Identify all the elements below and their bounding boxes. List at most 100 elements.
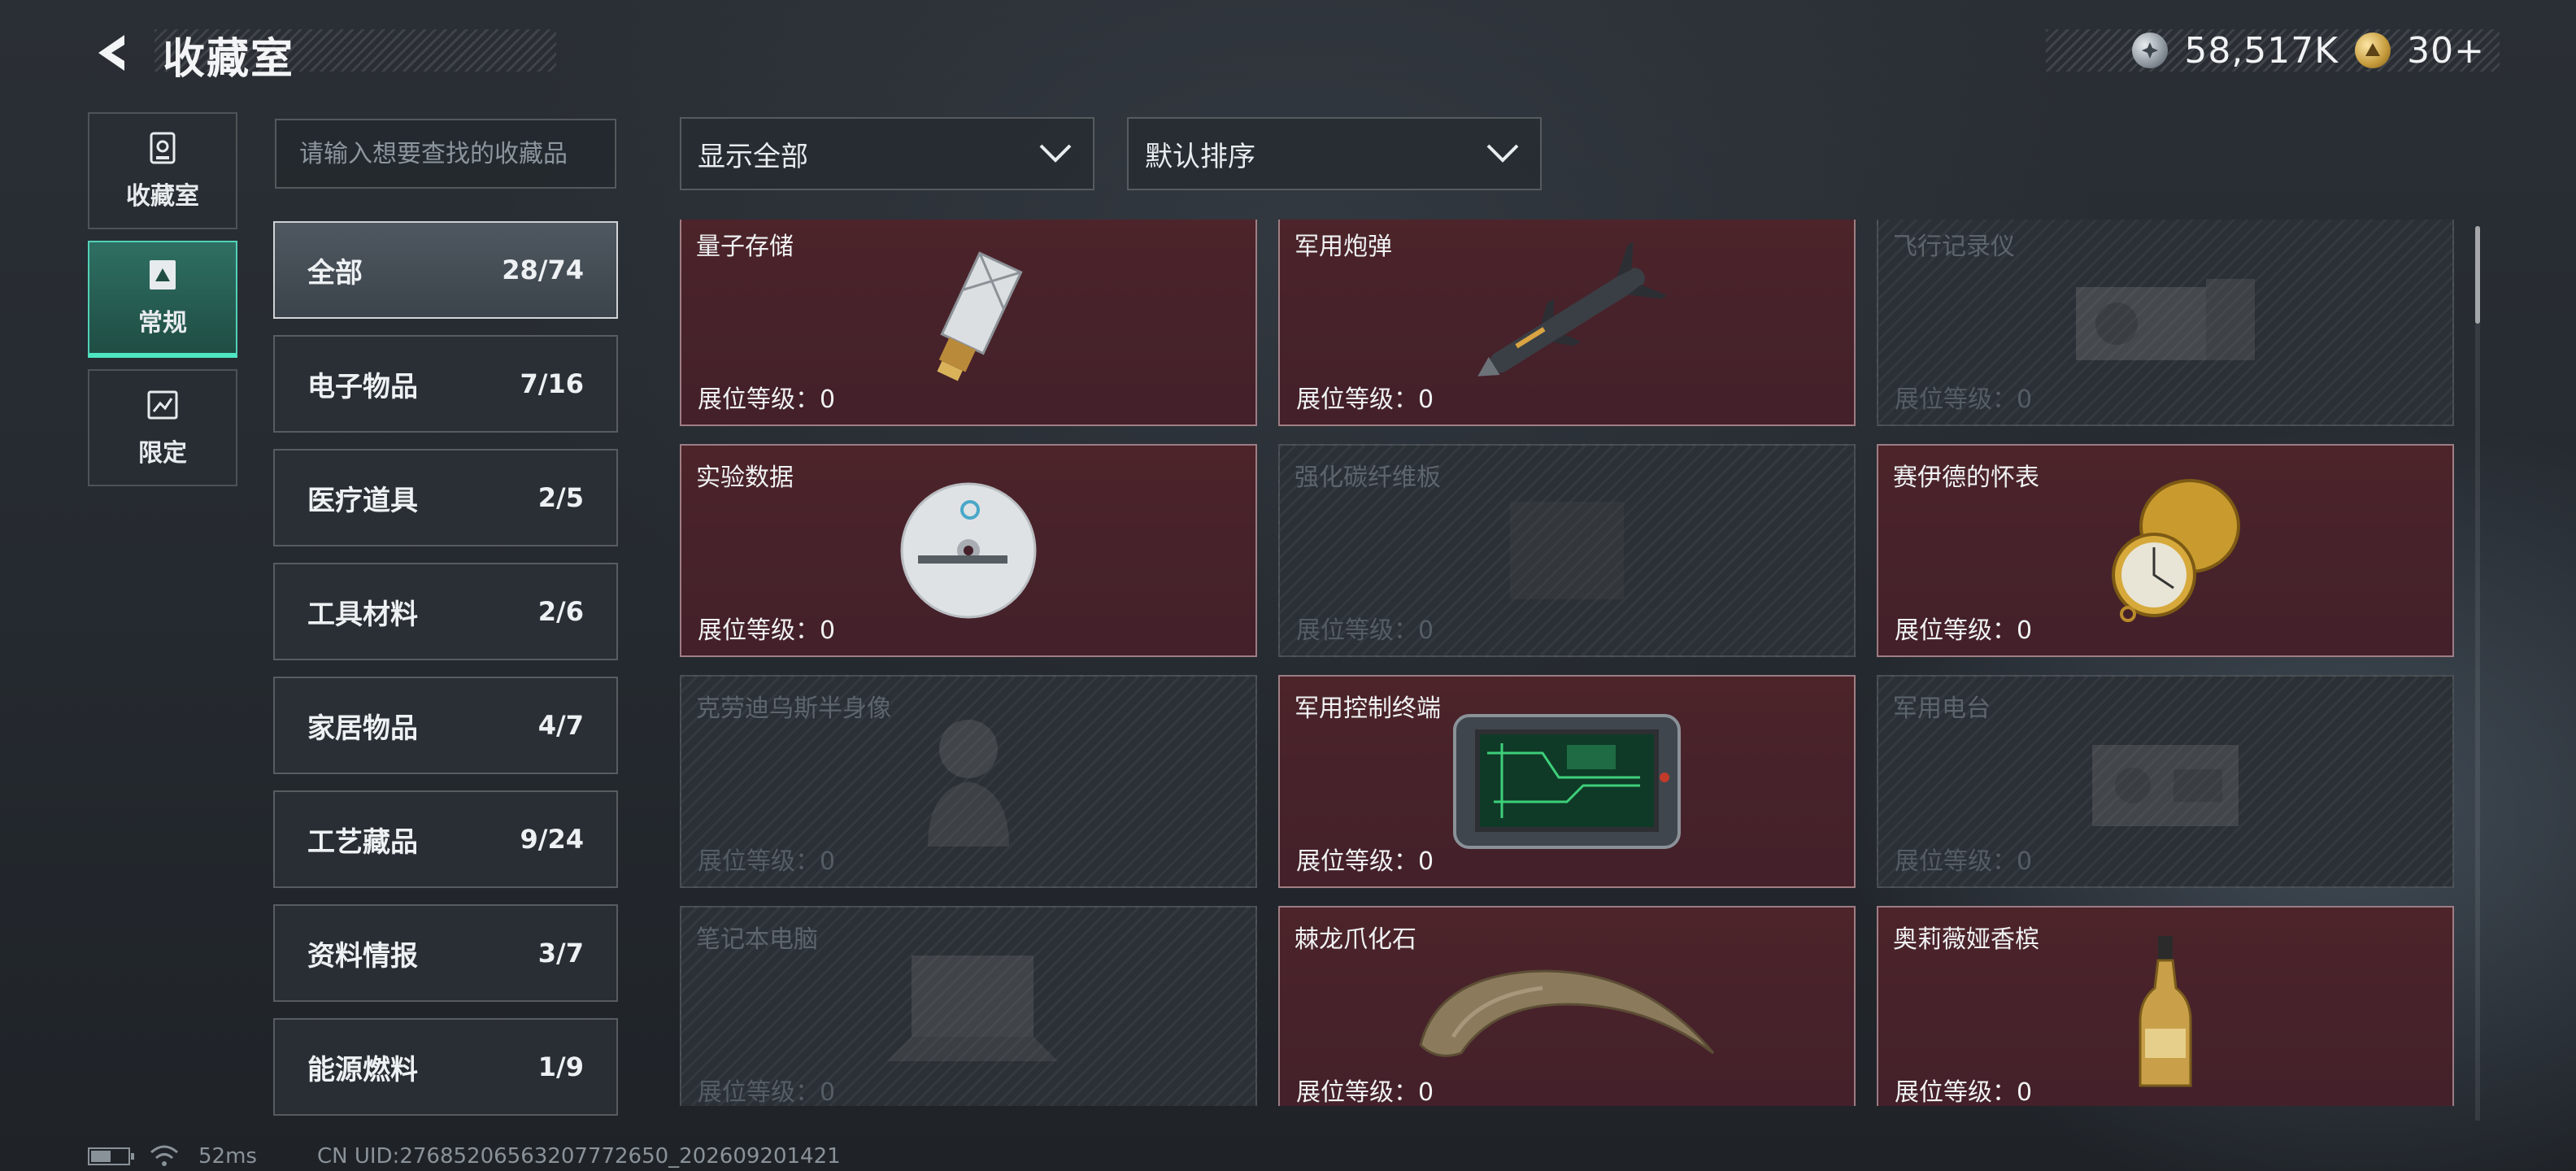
gold-coin-icon xyxy=(2355,33,2391,68)
item-name: 军用电台 xyxy=(1893,694,1991,723)
category-household[interactable]: 家居物品 4/7 xyxy=(273,677,618,774)
laptop-icon xyxy=(887,956,1058,1061)
item-level: 展位等级：0 xyxy=(698,847,836,876)
category-all[interactable]: 全部 28/74 xyxy=(273,221,618,319)
item-name: 军用控制终端 xyxy=(1295,694,1441,723)
item-grid-viewport: 量子存储 展位等级：0 军用炮弹 展位等级：0 飞行记录仪 展位等级：0 实验数… xyxy=(680,220,2461,1106)
filter-dropdown[interactable]: 显示全部 xyxy=(680,117,1094,190)
sort-dropdown-label: 默认排序 xyxy=(1145,140,1255,173)
item-level: 展位等级：0 xyxy=(1895,616,2033,645)
page-title: 收藏室 xyxy=(163,35,295,84)
category-count: 2/5 xyxy=(537,482,584,513)
category-name: 医疗道具 xyxy=(307,484,418,517)
nav-regular[interactable]: 常规 xyxy=(88,241,237,358)
item-card-carbon-fiber-plate[interactable]: 强化碳纤维板 展位等级：0 xyxy=(1278,444,1856,657)
champagne-icon xyxy=(2139,936,2192,1087)
item-name: 量子存储 xyxy=(696,233,794,261)
item-level: 展位等级：0 xyxy=(698,616,836,645)
regular-icon xyxy=(145,257,181,293)
gold-currency-value[interactable]: 30+ xyxy=(2407,30,2485,72)
category-count: 1/9 xyxy=(537,1051,584,1082)
category-name: 工具材料 xyxy=(307,598,418,631)
category-name: 电子物品 xyxy=(307,370,418,403)
nav-collection-room[interactable]: 收藏室 xyxy=(88,112,237,229)
item-grid: 量子存储 展位等级：0 军用炮弹 展位等级：0 飞行记录仪 展位等级：0 实验数… xyxy=(680,220,2454,1106)
item-level: 展位等级：0 xyxy=(1296,1078,1434,1106)
item-card-quantum-storage[interactable]: 量子存储 展位等级：0 xyxy=(680,220,1257,426)
nav-label-collection-room: 收藏室 xyxy=(126,182,199,211)
radio-icon xyxy=(2092,745,2239,826)
category-name: 能源燃料 xyxy=(307,1053,418,1086)
nav-label-regular: 常规 xyxy=(138,309,187,337)
category-name: 家居物品 xyxy=(307,712,418,745)
carbon-plate-icon xyxy=(1510,502,1624,599)
item-card-laptop[interactable]: 笔记本电脑 展位等级：0 xyxy=(680,906,1257,1106)
category-name: 工艺藏品 xyxy=(307,825,418,859)
item-card-military-radio[interactable]: 军用电台 展位等级：0 xyxy=(1877,675,2454,888)
chevron-down-icon xyxy=(1039,144,1072,163)
category-count: 7/16 xyxy=(520,368,584,399)
bust-icon xyxy=(928,720,1009,847)
currency-bar: 58,517K 30+ xyxy=(2046,29,2500,72)
item-card-claudius-bust[interactable]: 克劳迪乌斯半身像 展位等级：0 xyxy=(680,675,1257,888)
item-name: 赛伊德的怀表 xyxy=(1893,464,2039,492)
limited-icon xyxy=(145,387,181,423)
item-level: 展位等级：0 xyxy=(1296,616,1434,645)
item-card-military-terminal[interactable]: 军用控制终端 展位等级：0 xyxy=(1278,675,1856,888)
category-crafts[interactable]: 工艺藏品 9/24 xyxy=(273,790,618,888)
category-count: 4/7 xyxy=(537,710,584,741)
category-tools[interactable]: 工具材料 2/6 xyxy=(273,563,618,660)
category-count: 28/74 xyxy=(502,255,584,285)
item-level: 展位等级：0 xyxy=(1895,847,2033,876)
silver-currency-value: 58,517K xyxy=(2184,29,2339,72)
sort-dropdown[interactable]: 默认排序 xyxy=(1127,117,1542,190)
left-nav: 收藏室 常规 限定 xyxy=(88,112,237,498)
top-bar: 收藏室 58,517K 30+ xyxy=(0,0,2576,106)
filter-dropdown-label: 显示全部 xyxy=(698,140,808,173)
flight-recorder-icon xyxy=(2076,279,2255,360)
back-button[interactable] xyxy=(85,24,141,81)
uid-text: CN UID:27685206563207772650_202609201421 xyxy=(316,1144,841,1169)
silver-coin-icon xyxy=(2132,33,2169,68)
grid-scrollbar[interactable] xyxy=(2475,226,2480,1121)
search-box[interactable] xyxy=(275,119,616,189)
collection-room-icon xyxy=(145,130,181,166)
chevron-down-icon xyxy=(1486,144,1519,163)
item-level: 展位等级：0 xyxy=(1895,385,2033,414)
item-card-military-shell[interactable]: 军用炮弹 展位等级：0 xyxy=(1278,220,1856,426)
item-name: 飞行记录仪 xyxy=(1893,233,2015,261)
item-card-spinosaurus-claw[interactable]: 棘龙爪化石 展位等级：0 xyxy=(1278,906,1856,1106)
pocket-watch-icon xyxy=(2112,479,2240,622)
category-energy[interactable]: 能源燃料 1/9 xyxy=(273,1018,618,1116)
item-card-flight-recorder[interactable]: 飞行记录仪 展位等级：0 xyxy=(1877,220,2454,426)
item-name: 实验数据 xyxy=(696,464,794,492)
item-level: 展位等级：0 xyxy=(1296,847,1434,876)
category-medical[interactable]: 医疗道具 2/5 xyxy=(273,449,618,546)
item-name: 奥莉薇娅香槟 xyxy=(1893,925,2039,954)
category-count: 3/7 xyxy=(537,938,584,969)
nav-limited[interactable]: 限定 xyxy=(88,369,237,486)
claw-fossil-icon xyxy=(1419,969,1715,1057)
item-card-pocket-watch[interactable]: 赛伊德的怀表 展位等级：0 xyxy=(1877,444,2454,657)
control-terminal-icon xyxy=(1453,714,1681,849)
battery-icon xyxy=(88,1147,134,1165)
category-electronics[interactable]: 电子物品 7/16 xyxy=(273,335,618,433)
missile-icon xyxy=(1477,242,1667,377)
item-name: 克劳迪乌斯半身像 xyxy=(696,694,891,723)
item-card-experiment-data[interactable]: 实验数据 展位等级：0 xyxy=(680,444,1257,657)
item-name: 军用炮弹 xyxy=(1295,233,1392,261)
item-name: 笔记本电脑 xyxy=(696,925,818,954)
scrollbar-thumb[interactable] xyxy=(2475,226,2480,324)
ping-value: 52ms xyxy=(198,1144,257,1169)
category-count: 9/24 xyxy=(520,824,584,855)
category-name: 全部 xyxy=(307,256,363,289)
status-footer: 52ms CN UID:27685206563207772650_2026092… xyxy=(88,1142,841,1171)
item-card-olivia-champagne[interactable]: 奥莉薇娅香槟 展位等级：0 xyxy=(1877,906,2454,1106)
search-input[interactable] xyxy=(299,139,592,168)
category-count: 2/6 xyxy=(537,596,584,627)
usb-drive-icon xyxy=(937,251,1023,381)
item-name: 棘龙爪化石 xyxy=(1295,925,1416,954)
item-level: 展位等级：0 xyxy=(698,385,836,414)
category-name: 资料情报 xyxy=(307,939,418,973)
category-intel[interactable]: 资料情报 3/7 xyxy=(273,904,618,1002)
